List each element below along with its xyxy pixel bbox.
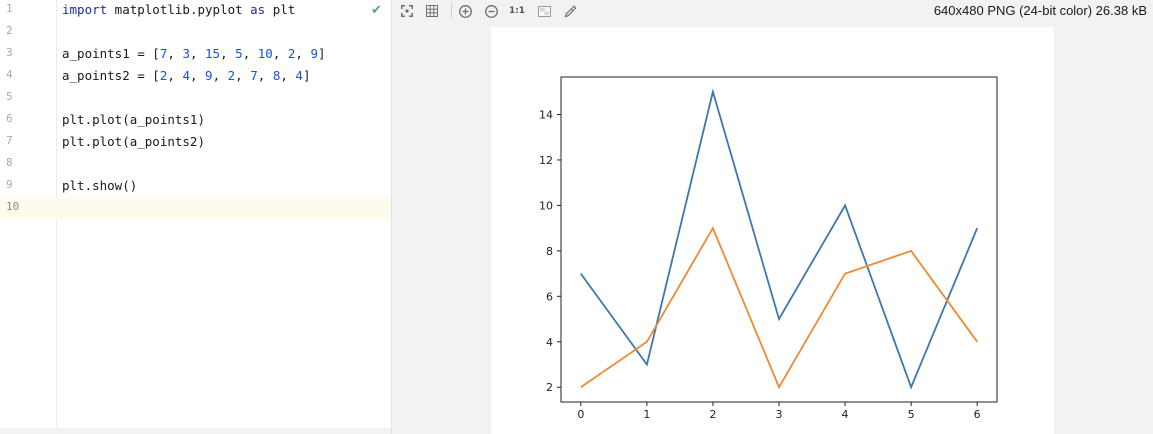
code-line[interactable]: 2 <box>0 22 391 44</box>
x-tick-label: 2 <box>709 408 716 421</box>
code-number: 10 <box>257 46 273 61</box>
code-token: plt.plot(a_points2) <box>62 134 205 149</box>
toolbar-separator <box>451 3 452 19</box>
code-token: , <box>242 46 258 61</box>
x-tick-label: 6 <box>974 408 981 421</box>
fit-to-screen-icon[interactable] <box>400 2 414 20</box>
code-token: a_points2 = [ <box>62 68 160 83</box>
line-number: 10 <box>6 200 20 213</box>
editor-horizontal-scrollbar[interactable] <box>0 428 391 434</box>
line-number: 7 <box>6 134 13 147</box>
code-number: 15 <box>205 46 221 61</box>
code-number: 4 <box>295 68 303 83</box>
code-token: , <box>295 46 311 61</box>
code-token: , <box>167 46 183 61</box>
x-tick-label: 4 <box>842 408 849 421</box>
image-info-label: 640x480 PNG (24-bit color) 26.38 kB <box>933 3 1147 18</box>
zoom-in-icon[interactable] <box>458 2 472 20</box>
image-canvas[interactable]: 0 1 2 3 4 5 6 2 4 6 8 10 12 14 <box>491 27 1054 434</box>
code-keyword: as <box>250 2 266 17</box>
code-token: , <box>235 68 251 83</box>
y-tick-label: 14 <box>539 109 553 122</box>
y-tick-label: 10 <box>539 199 553 212</box>
code-number: 3 <box>182 46 190 61</box>
code-line[interactable]: 4 a_points2 = [2, 4, 9, 2, 7, 8, 4] <box>0 66 391 88</box>
code-keyword: import <box>62 2 108 17</box>
code-token: a_points1 = [ <box>62 46 160 61</box>
y-tick-label: 4 <box>546 336 553 349</box>
code-line[interactable]: 5 <box>0 88 391 110</box>
code-token: , <box>272 46 288 61</box>
code-line[interactable]: 7 plt.plot(a_points2) <box>0 132 391 154</box>
y-tick-label: 12 <box>539 154 553 167</box>
line-number: 8 <box>6 156 13 169</box>
line-number: 6 <box>6 112 13 125</box>
image-viewer-toolbar: 1:1 640x480 PNG (24-bit color) 26.38 kB <box>392 0 1153 24</box>
image-viewer: 1:1 640x480 PNG (24-bit color) 26.38 kB … <box>392 0 1153 434</box>
y-tick-label: 8 <box>546 245 553 258</box>
line-number: 5 <box>6 90 13 103</box>
code-token: , <box>189 68 206 83</box>
code-line[interactable]: 6 plt.plot(a_points1) <box>0 110 391 132</box>
code-editor[interactable]: 1 import matplotlib.pyplot as plt 2 3 a_poin… <box>0 0 392 434</box>
y-tick-label: 6 <box>546 290 553 303</box>
actual-size-icon[interactable]: 1:1 <box>509 2 525 20</box>
x-tick-label: 1 <box>643 408 650 421</box>
series-line-1 <box>580 88 979 390</box>
code-token: , <box>257 68 273 83</box>
code-number: 4 <box>182 68 190 83</box>
y-tick-label: 2 <box>546 381 553 394</box>
code-text: a_points2 = [2, 4, 9, 2, 7, 8, 4] <box>62 68 310 83</box>
code-token: plt.show() <box>62 178 138 193</box>
code-token: ] <box>302 68 311 83</box>
code-line[interactable]: 3 a_points1 = [7, 3, 15, 5, 10, 2, 9] <box>0 44 391 66</box>
x-tick-label: 0 <box>577 408 584 421</box>
code-text: plt.plot(a_points1) <box>62 112 205 127</box>
code-token: , <box>220 46 236 61</box>
line-number: 9 <box>6 178 13 191</box>
code-token: , <box>167 68 183 83</box>
color-picker-icon[interactable] <box>563 2 577 20</box>
code-token: , <box>212 68 228 83</box>
x-tick-label: 3 <box>776 408 783 421</box>
code-token: matplotlib.pyplot <box>107 2 251 17</box>
grid-icon[interactable] <box>425 2 439 20</box>
line-number: 4 <box>6 68 13 81</box>
code-text: plt.show() <box>62 178 137 193</box>
code-number: 5 <box>235 46 243 61</box>
background-icon[interactable] <box>537 2 551 20</box>
series-line-2 <box>580 226 978 390</box>
line-number: 2 <box>6 24 13 37</box>
code-line[interactable]: 1 import matplotlib.pyplot as plt <box>0 0 391 22</box>
code-number: 7 <box>250 68 258 83</box>
code-line[interactable]: 9 plt.show() <box>0 176 391 198</box>
code-text: import matplotlib.pyplot as plt <box>62 2 295 17</box>
code-text: plt.plot(a_points2) <box>62 134 205 149</box>
code-token: , <box>280 68 296 83</box>
zoom-out-icon[interactable] <box>484 2 498 20</box>
x-tick-label: 5 <box>908 408 915 421</box>
line-number: 1 <box>6 2 13 15</box>
code-token: , <box>189 46 206 61</box>
line-chart: 0 1 2 3 4 5 62468101214 <box>539 76 998 421</box>
code-text: a_points1 = [7, 3, 15, 5, 10, 2, 9] <box>62 46 326 61</box>
code-line[interactable]: 10 <box>0 198 391 220</box>
code-token: plt.plot(a_points1) <box>62 112 205 127</box>
code-token: ] <box>318 46 326 61</box>
checkmark-icon: ✔ <box>371 3 382 18</box>
code-line[interactable]: 8 <box>0 154 391 176</box>
code-token: plt <box>265 2 296 17</box>
code-number: 9 <box>310 46 318 61</box>
plot-frame <box>560 76 998 403</box>
code-number: 9 <box>205 68 213 83</box>
line-number: 3 <box>6 46 13 59</box>
